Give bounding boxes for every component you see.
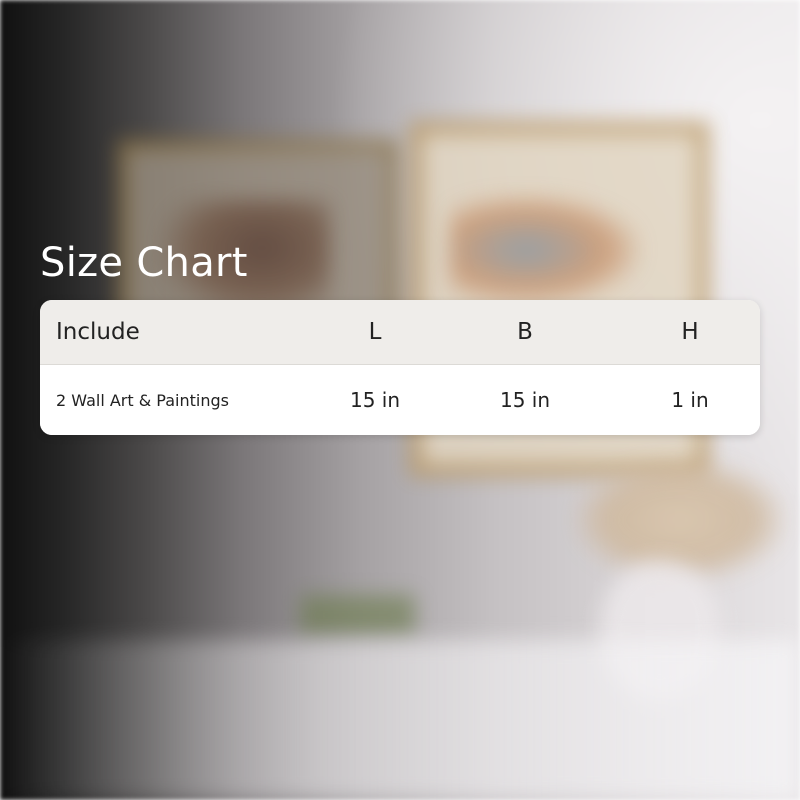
size-chart-title: Size Chart (40, 240, 248, 286)
cell-include: 2 Wall Art & Paintings (56, 390, 229, 410)
cell-breadth: 15 in (499, 388, 551, 412)
cell-height: 1 in (671, 388, 709, 412)
cell-length: 15 in (349, 388, 401, 412)
header-breadth: B (517, 319, 533, 345)
header-length: L (368, 319, 382, 345)
table-row: 2 Wall Art & Paintings 15 in 15 in 1 in (40, 365, 760, 435)
header-include: Include (56, 319, 140, 345)
blurred-flowers (575, 460, 785, 580)
header-height: H (681, 319, 699, 345)
blurred-horse-painting-right (450, 195, 640, 305)
blurred-plant (300, 595, 415, 635)
size-chart-table: Include L B H 2 Wall Art & Paintings 15 … (40, 300, 760, 435)
table-header-row: Include L B H (40, 300, 760, 365)
blurred-table (0, 640, 800, 800)
